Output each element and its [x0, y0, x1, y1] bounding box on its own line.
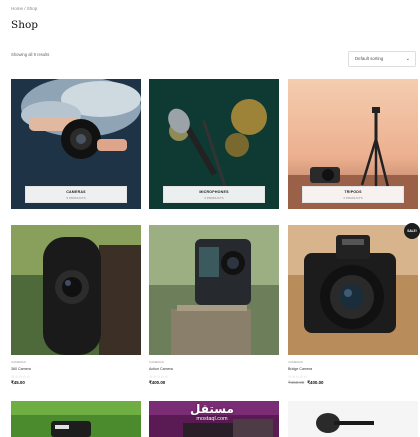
product-image-row3-3[interactable] — [288, 401, 418, 437]
category-count: 5 PRODUCTS — [66, 196, 86, 200]
category-name: CAMERAS — [66, 190, 86, 194]
product-image-row3-1[interactable] — [11, 401, 141, 437]
product-name[interactable]: Action Camera — [149, 367, 173, 371]
sale-badge: SALE! — [404, 223, 420, 239]
category-count: 2 PRODUCTS — [204, 196, 224, 200]
product-category[interactable]: CAMERAS — [288, 360, 303, 364]
result-count: Showing all 9 results — [11, 52, 50, 57]
category-count: 2 PRODUCTS — [343, 196, 363, 200]
sort-selected-label: Default sorting — [355, 56, 384, 61]
product-price: ₹400.00 — [149, 380, 166, 385]
product-image-bridge-camera[interactable] — [288, 225, 418, 355]
product-image-action-camera[interactable] — [149, 225, 279, 355]
category-card-tripods[interactable]: TRIPODS 2 PRODUCTS — [288, 79, 418, 209]
product-category[interactable]: CAMERAS — [11, 360, 26, 364]
chevron-down-icon: ⌄ — [405, 56, 410, 62]
watermark-arabic: مستقل — [190, 402, 234, 416]
category-card-microphones[interactable]: MICROPHONES 2 PRODUCTS — [149, 79, 279, 209]
breadcrumb[interactable]: Home / Shop — [11, 6, 37, 11]
category-name: TRIPODS — [344, 190, 362, 194]
product-image-360-camera[interactable] — [11, 225, 141, 355]
old-price: ₹450.00 — [288, 380, 305, 385]
product-category[interactable]: CAMERAS — [149, 360, 164, 364]
product-name[interactable]: Bridge Camera — [288, 367, 312, 371]
star-rating: ☆☆☆☆☆ — [11, 374, 31, 379]
category-label-box: TRIPODS 2 PRODUCTS — [302, 186, 404, 203]
watermark-latin: mostaql.com — [196, 416, 228, 422]
watermark: مستقل mostaql.com — [182, 403, 242, 427]
star-rating: ☆☆☆☆☆ — [149, 374, 169, 379]
page-title: Shop — [11, 19, 38, 31]
category-name: MICROPHONES — [199, 190, 229, 194]
sort-select[interactable]: Default sorting ⌄ — [348, 51, 416, 67]
category-label-box: MICROPHONES 2 PRODUCTS — [163, 186, 265, 203]
product-price: ₹45.00 — [11, 380, 25, 385]
product-price: ₹450.00 ₹400.00 — [288, 380, 323, 386]
star-rating: ☆☆☆☆☆ — [288, 374, 308, 379]
sale-price: ₹400.00 — [307, 380, 324, 385]
category-label-box: CAMERAS 5 PRODUCTS — [25, 186, 127, 203]
category-card-cameras[interactable]: CAMERAS 5 PRODUCTS — [11, 79, 141, 209]
product-name[interactable]: 360 Camera — [11, 367, 31, 371]
